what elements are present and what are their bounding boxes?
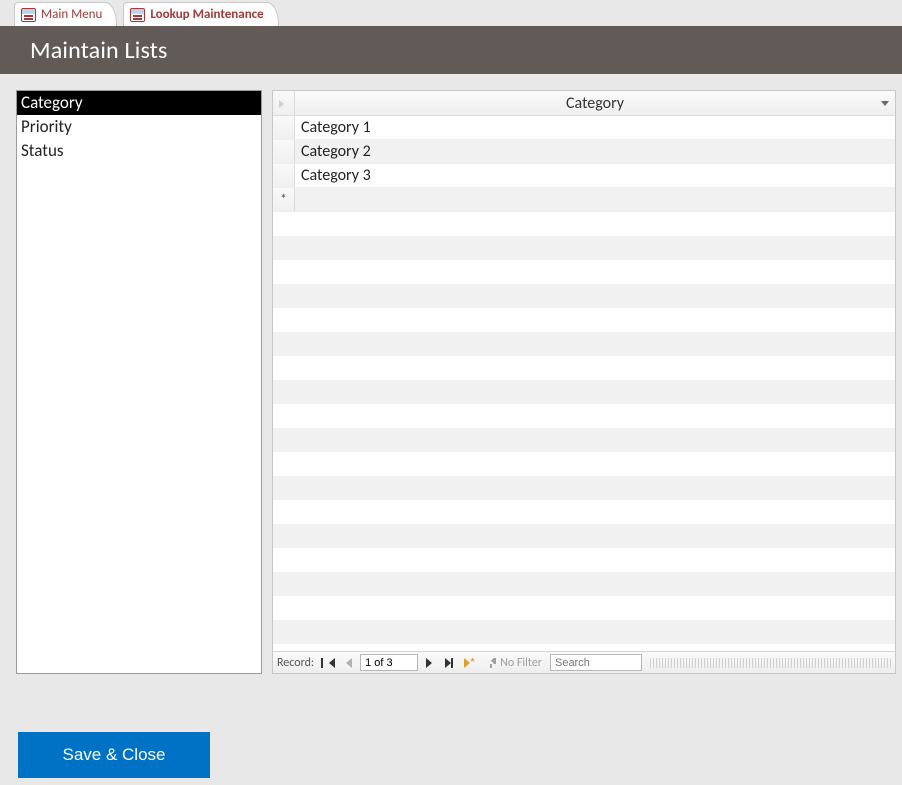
cell[interactable] [295, 188, 895, 211]
new-record-row[interactable]: * [273, 188, 895, 212]
first-record-button[interactable] [320, 654, 338, 672]
cell[interactable]: Category 2 [295, 140, 895, 163]
datasheet-body: Category 1 Category 2 Category 3 * [273, 116, 895, 651]
table-row[interactable]: Category 2 [273, 140, 895, 164]
form-icon [21, 8, 36, 22]
new-record-button[interactable]: * [460, 654, 478, 672]
row-selector[interactable] [273, 140, 295, 163]
list-item-category[interactable]: Category [17, 91, 261, 115]
column-header-category[interactable]: Category [295, 91, 895, 115]
lookup-listbox[interactable]: Category Priority Status [16, 90, 262, 674]
tab-label: Main Menu [41, 7, 102, 22]
tab-main-menu[interactable]: Main Menu [14, 2, 117, 26]
datasheet-header-row: Category [273, 91, 895, 116]
tab-lookup-maintenance[interactable]: Lookup Maintenance [123, 2, 278, 26]
datasheet-empty-area [273, 212, 895, 651]
page-header: Maintain Lists [0, 26, 902, 74]
save-and-close-button[interactable]: Save & Close [18, 732, 210, 778]
page-title: Maintain Lists [30, 36, 168, 65]
select-all-rows[interactable] [273, 91, 295, 115]
funnel-icon [486, 658, 496, 668]
row-selector[interactable] [273, 116, 295, 139]
cell[interactable]: Category 1 [295, 116, 895, 139]
cell[interactable]: Category 3 [295, 164, 895, 187]
main-area: Category Priority Status Category Catego… [0, 74, 902, 674]
filter-indicator[interactable]: No Filter [480, 656, 548, 670]
column-header-label: Category [566, 94, 624, 113]
new-record-marker[interactable]: * [273, 188, 295, 211]
last-record-button[interactable] [440, 654, 458, 672]
tab-label: Lookup Maintenance [150, 7, 263, 22]
list-item-priority[interactable]: Priority [17, 115, 261, 139]
row-selector[interactable] [273, 164, 295, 187]
column-dropdown-icon[interactable] [881, 101, 889, 106]
list-item-status[interactable]: Status [17, 139, 261, 163]
prev-record-button[interactable] [340, 654, 358, 672]
search-input[interactable] [550, 654, 642, 671]
datasheet: Category Category 1 Category 2 Category … [272, 90, 896, 674]
no-filter-label: No Filter [500, 656, 542, 670]
form-icon [130, 8, 145, 22]
table-row[interactable]: Category 1 [273, 116, 895, 140]
tab-strip: Main Menu Lookup Maintenance [0, 0, 902, 26]
record-navigator: Record: * No Filter [273, 651, 895, 673]
next-record-button[interactable] [420, 654, 438, 672]
table-row[interactable]: Category 3 [273, 164, 895, 188]
horizontal-scrollbar[interactable] [650, 658, 891, 668]
record-label: Record: [277, 656, 314, 670]
record-position-input[interactable] [360, 654, 418, 671]
